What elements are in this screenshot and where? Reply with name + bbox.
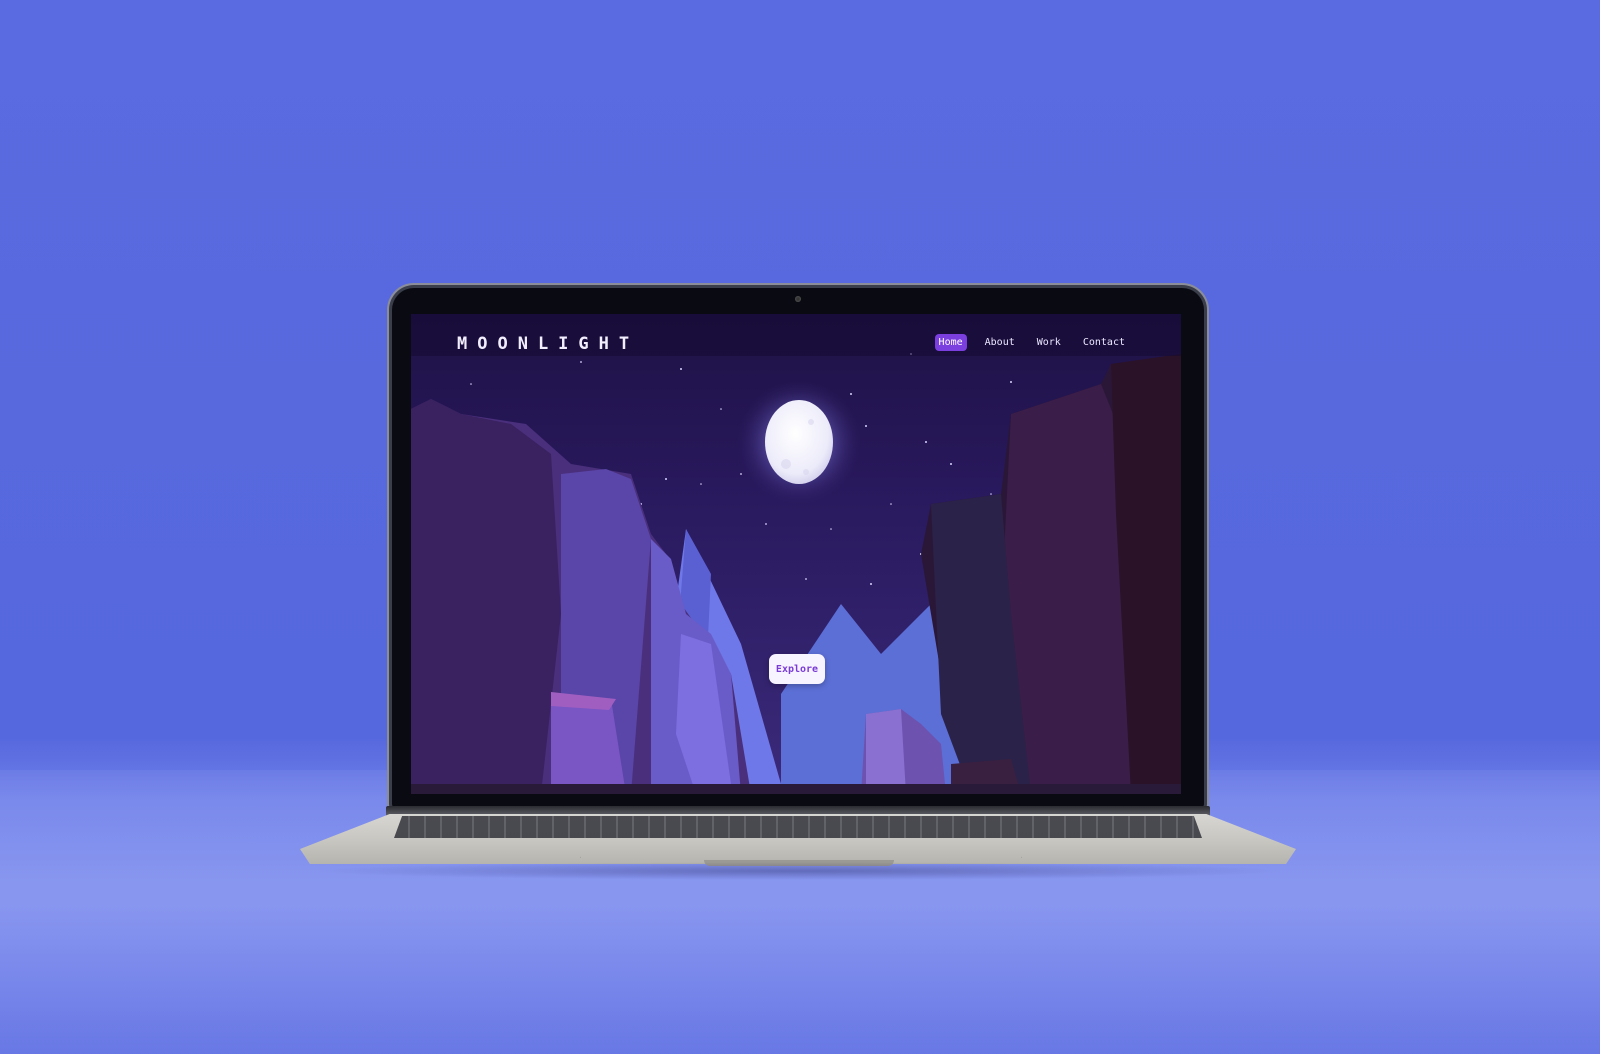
moon <box>765 400 833 484</box>
laptop-keyboard <box>394 816 1202 838</box>
night-landscape-illustration <box>411 353 1181 794</box>
laptop-trackpad <box>580 838 1022 858</box>
laptop-screen: MOONLIGHT Home About Work Contact Explor… <box>411 314 1181 794</box>
explore-button[interactable]: Explore <box>769 654 825 684</box>
laptop-lid: MOONLIGHT Home About Work Contact Explor… <box>392 288 1204 808</box>
laptop-shadow <box>310 862 1290 880</box>
nav-link-about[interactable]: About <box>981 334 1019 351</box>
nav-link-contact[interactable]: Contact <box>1079 334 1129 351</box>
webcam-icon <box>795 296 801 302</box>
site-logo[interactable]: MOONLIGHT <box>457 334 639 354</box>
site-header: MOONLIGHT Home About Work Contact <box>411 314 1181 356</box>
nav-menu: Home About Work Contact <box>934 334 1129 351</box>
nav-link-home[interactable]: Home <box>934 334 967 351</box>
nav-link-work[interactable]: Work <box>1033 334 1065 351</box>
